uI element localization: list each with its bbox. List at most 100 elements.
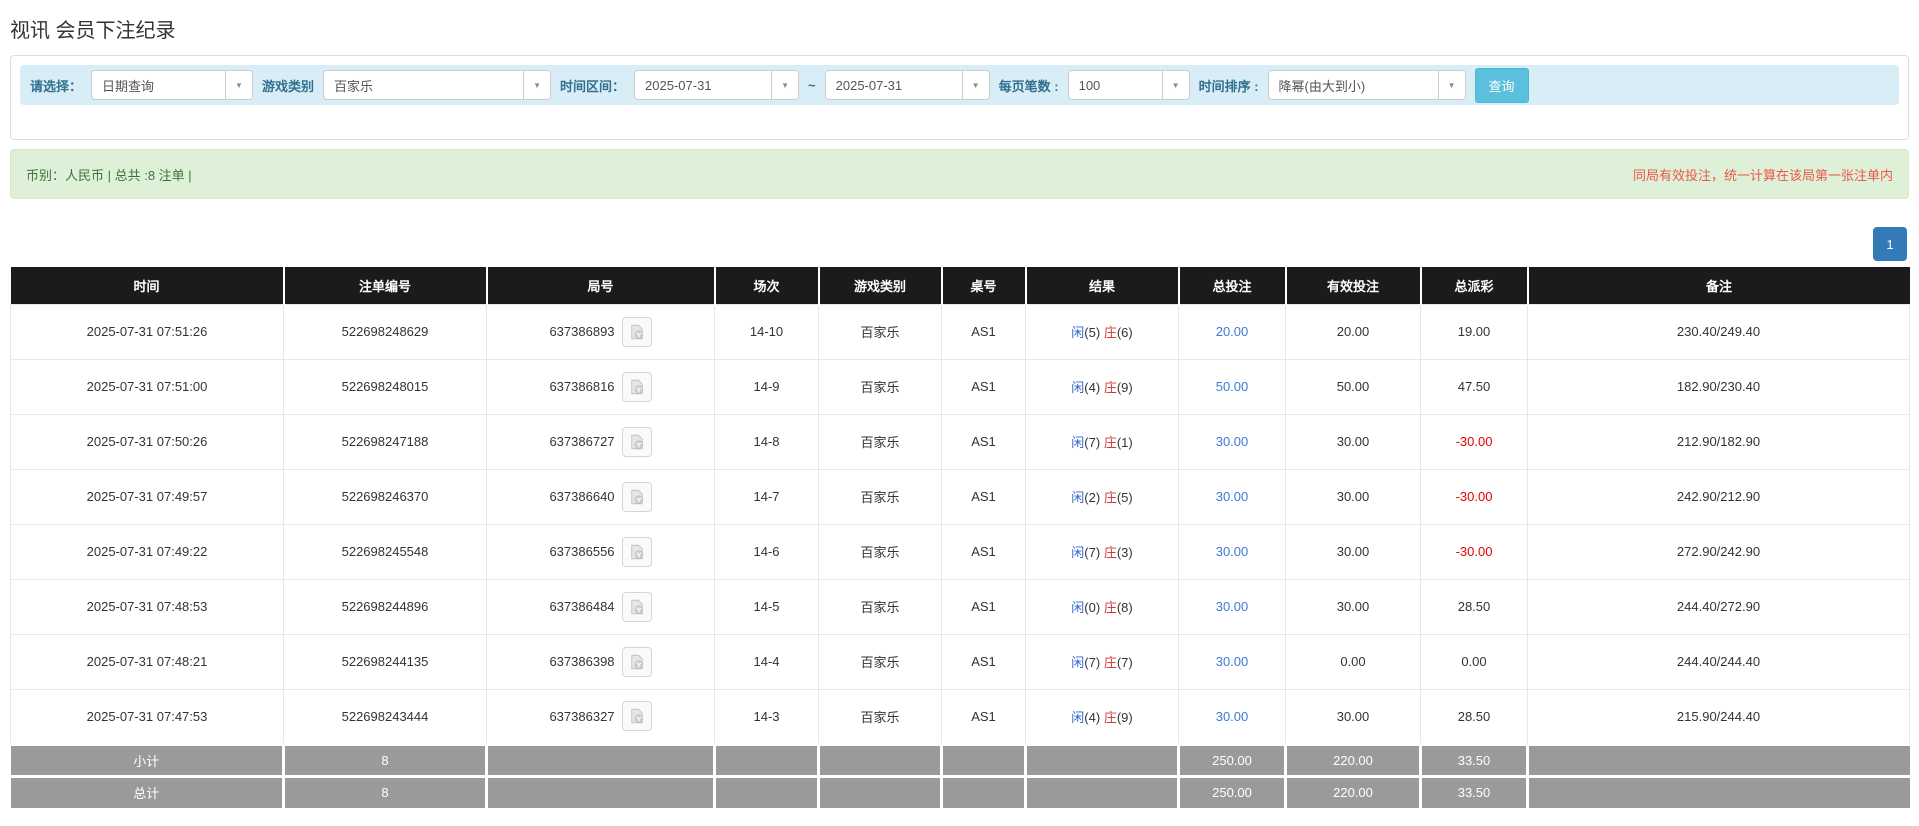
query-type-select[interactable]: 日期查询 ▼ xyxy=(91,70,254,100)
note-value: 230.40/249.40 xyxy=(1676,324,1761,339)
round-id-wrap: 637386327 xyxy=(488,701,713,731)
table-no-value: AS1 xyxy=(971,379,996,394)
cell-session: 14-4 xyxy=(714,633,819,690)
date-from-select[interactable]: 2025-07-31 ▼ xyxy=(634,70,800,100)
time-sort-select[interactable]: 降幂(由大到小) ▼ xyxy=(1267,70,1466,100)
total-bet-value[interactable]: 50.00 xyxy=(1216,379,1249,394)
search-button[interactable]: 查询 xyxy=(1474,67,1529,103)
video-replay-icon xyxy=(630,544,643,559)
total-empty-cell xyxy=(940,774,1026,808)
date-to-select[interactable]: 2025-07-31 ▼ xyxy=(824,70,990,100)
banker-score: (6) xyxy=(1116,325,1133,340)
page-button-1[interactable]: 1 xyxy=(1873,227,1907,261)
banker-label: 庄 xyxy=(1103,655,1117,670)
cell-result: 闲(7) 庄(7) xyxy=(1025,633,1179,690)
chevron-down-icon[interactable]: ▼ xyxy=(771,71,799,99)
table-row: 2025-07-31 07:49:57 522698246370 637386640… xyxy=(10,468,1910,525)
round-id-value: 637386816 xyxy=(549,379,615,394)
chevron-down-icon[interactable]: ▼ xyxy=(1437,71,1465,99)
table-row: 2025-07-31 07:47:53 522698243444 637386327… xyxy=(10,688,1910,745)
note-value: 215.90/244.40 xyxy=(1676,708,1761,724)
cell-payout: 19.00 xyxy=(1420,303,1528,360)
cell-game-type: 百家乐 xyxy=(818,468,942,525)
game-type-label: 游戏类别 xyxy=(262,78,315,94)
chevron-down-icon[interactable]: ▼ xyxy=(1161,71,1189,99)
cell-table-no: AS1 xyxy=(941,358,1026,415)
time-value: 2025-07-31 07:51:00 xyxy=(86,379,208,394)
total-count: 8 xyxy=(282,774,487,808)
total-empty-cell xyxy=(1024,774,1179,808)
time-value: 2025-07-31 07:51:26 xyxy=(86,324,208,339)
payout-value: -30.00 xyxy=(1455,434,1493,449)
game-type-value: 百家乐 xyxy=(860,435,900,450)
chevron-down-icon[interactable]: ▼ xyxy=(225,71,253,99)
video-replay-button[interactable] xyxy=(621,536,652,567)
video-replay-icon xyxy=(630,434,643,449)
video-replay-button[interactable] xyxy=(621,591,652,622)
note-value: 244.40/244.40 xyxy=(1676,654,1761,669)
cell-valid-bet: 30.00 xyxy=(1285,578,1421,635)
cell-time: 2025-07-31 07:50:26 xyxy=(10,413,284,470)
cell-bet-id: 522698248629 xyxy=(283,303,487,360)
total-payout: 33.50 xyxy=(1419,774,1528,808)
cell-round-id: 637386816 xyxy=(486,358,715,415)
cell-payout: 28.50 xyxy=(1420,578,1528,635)
video-replay-button[interactable] xyxy=(621,371,652,402)
total-bet-value[interactable]: 30.00 xyxy=(1216,599,1249,614)
cell-table-no: AS1 xyxy=(941,633,1026,690)
total-bet-value[interactable]: 30.00 xyxy=(1216,709,1249,724)
total-bet-value[interactable]: 30.00 xyxy=(1216,544,1249,559)
total-bet-value[interactable]: 30.00 xyxy=(1216,489,1249,504)
game-type-value: 百家乐 xyxy=(860,709,900,725)
cell-game-type: 百家乐 xyxy=(818,633,942,690)
round-id-wrap: 637386398 xyxy=(488,646,713,677)
cell-time: 2025-07-31 07:48:53 xyxy=(10,578,284,635)
video-replay-button[interactable] xyxy=(621,701,652,731)
video-replay-button[interactable] xyxy=(621,316,652,347)
total-bet-value[interactable]: 30.00 xyxy=(1216,654,1249,669)
cell-game-type: 百家乐 xyxy=(818,688,942,745)
round-id-value: 637386640 xyxy=(549,489,615,504)
bet-id-value: 522698247188 xyxy=(341,434,429,449)
cell-game-type: 百家乐 xyxy=(818,523,942,580)
table-row: 2025-07-31 07:49:22 522698245548 637386556… xyxy=(10,523,1910,580)
game-type-select[interactable]: 百家乐 ▼ xyxy=(323,70,552,100)
subtotal-label: 小计 xyxy=(10,742,284,776)
total-bet-value[interactable]: 30.00 xyxy=(1216,434,1249,449)
per-page-select[interactable]: 100 ▼ xyxy=(1067,70,1190,100)
cell-result: 闲(4) 庄(9) xyxy=(1025,688,1179,745)
chevron-down-icon[interactable]: ▼ xyxy=(961,71,989,99)
time-value: 2025-07-31 07:47:53 xyxy=(86,708,208,724)
total-total-bet: 250.00 xyxy=(1177,774,1286,808)
round-id-value: 637386398 xyxy=(549,654,615,669)
table-no-value: AS1 xyxy=(971,324,996,339)
col-header-session: 场次 xyxy=(713,267,819,304)
total-bet-value[interactable]: 20.00 xyxy=(1216,324,1249,339)
cell-total-bet: 20.00 xyxy=(1178,303,1286,360)
col-header-game-type: 游戏类别 xyxy=(817,267,942,304)
video-replay-icon xyxy=(630,708,643,724)
valid-bet-value: 30.00 xyxy=(1336,599,1370,614)
total-empty-cell xyxy=(1526,774,1910,808)
date-to-value: 2025-07-31 xyxy=(835,77,903,93)
col-header-note: 备注 xyxy=(1526,267,1910,304)
cell-bet-id: 522698245548 xyxy=(283,523,487,580)
cell-game-type: 百家乐 xyxy=(818,413,942,470)
cell-game-type: 百家乐 xyxy=(818,303,942,360)
cell-round-id: 637386398 xyxy=(486,633,715,690)
video-replay-button[interactable] xyxy=(621,646,652,677)
total-row: 总计 8 250.00 220.00 33.50 xyxy=(10,774,1910,808)
player-label: 闲 xyxy=(1071,545,1085,560)
cell-valid-bet: 20.00 xyxy=(1285,303,1421,360)
video-replay-button[interactable] xyxy=(621,426,652,457)
bet-id-value: 522698244896 xyxy=(341,599,429,614)
cell-round-id: 637386893 xyxy=(486,303,715,360)
session-value: 14-5 xyxy=(753,599,780,614)
subtotal-valid-bet: 220.00 xyxy=(1284,742,1421,776)
chevron-down-icon[interactable]: ▼ xyxy=(523,71,551,99)
video-replay-button[interactable] xyxy=(621,481,652,512)
col-header-result: 结果 xyxy=(1024,267,1179,304)
currency-summary-text: 币别：人民币 | 总共 :8 注单 | xyxy=(26,167,192,183)
col-header-payout: 总派彩 xyxy=(1419,267,1528,304)
cell-time: 2025-07-31 07:51:00 xyxy=(10,358,284,415)
